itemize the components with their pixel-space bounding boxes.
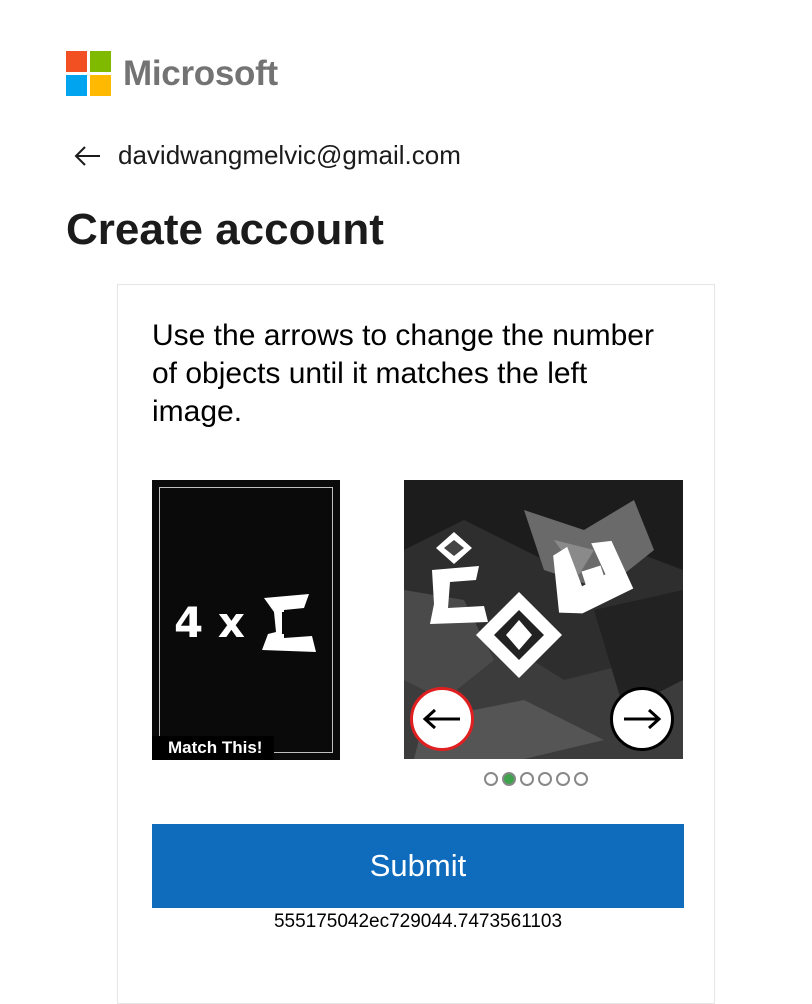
pagination-dot	[520, 772, 534, 786]
pagination-dot	[538, 772, 552, 786]
puzzle-object-icon	[553, 540, 634, 614]
microsoft-logo-icon	[66, 51, 111, 96]
target-count: 4 x	[174, 598, 245, 647]
challenge-card: Use the arrows to change the number of o…	[117, 284, 715, 1004]
pagination-dot	[502, 772, 516, 786]
previous-button[interactable]	[410, 687, 474, 751]
page-title: Create account	[66, 205, 384, 254]
target-object-icon	[262, 594, 316, 652]
challenge-instruction: Use the arrows to change the number of o…	[152, 319, 654, 428]
brand-name: Microsoft	[123, 53, 278, 93]
target-image: 4 x Match This!	[152, 480, 340, 760]
identity-email: davidwangmelvic@gmail.com	[118, 140, 461, 170]
session-id: 555175042ec729044.7473561103	[273, 911, 563, 932]
identity-back-button[interactable]: davidwangmelvic@gmail.com	[74, 140, 461, 171]
arrow-left-icon	[422, 708, 460, 730]
pagination-dot	[484, 772, 498, 786]
target-label: Match This!	[152, 736, 275, 760]
pagination-dot	[574, 772, 588, 786]
target-count-text: 4 x	[174, 598, 245, 647]
pagination-dot	[556, 772, 570, 786]
puzzle-image	[404, 480, 683, 759]
pagination-dots	[484, 772, 588, 786]
submit-button[interactable]: Submit	[152, 824, 684, 908]
microsoft-logo: Microsoft	[66, 51, 278, 96]
arrow-left-icon	[74, 145, 100, 166]
next-button[interactable]	[610, 687, 674, 751]
arrow-right-icon	[624, 708, 662, 730]
